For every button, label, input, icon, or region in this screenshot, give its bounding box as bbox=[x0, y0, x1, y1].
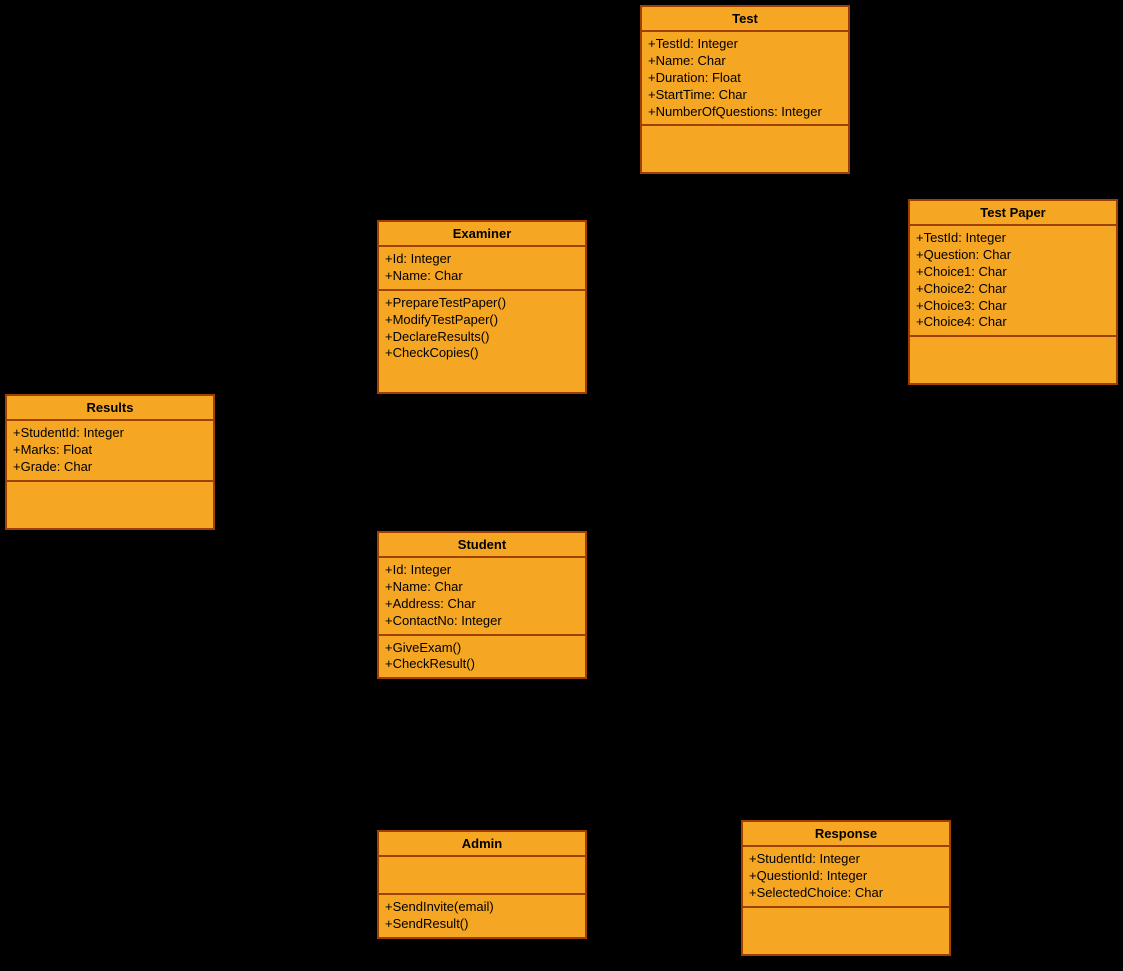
method: +CheckCopies() bbox=[385, 345, 579, 362]
class-examiner: Examiner +Id: Integer +Name: Char +Prepa… bbox=[377, 220, 587, 394]
attr: +Name: Char bbox=[385, 268, 579, 285]
attr: +Id: Integer bbox=[385, 562, 579, 579]
class-title: Test Paper bbox=[910, 201, 1116, 226]
attr: +TestId: Integer bbox=[916, 230, 1110, 247]
attr: +QuestionId: Integer bbox=[749, 868, 943, 885]
attributes-section: +TestId: Integer +Name: Char +Duration: … bbox=[642, 32, 848, 126]
attr: +StudentId: Integer bbox=[13, 425, 207, 442]
class-test-paper: Test Paper +TestId: Integer +Question: C… bbox=[908, 199, 1118, 385]
class-title: Student bbox=[379, 533, 585, 558]
attr: +Duration: Float bbox=[648, 70, 842, 87]
attr: +Choice4: Char bbox=[916, 314, 1110, 331]
attributes-section: +TestId: Integer +Question: Char +Choice… bbox=[910, 226, 1116, 337]
attr: +Marks: Float bbox=[13, 442, 207, 459]
method: +DeclareResults() bbox=[385, 329, 579, 346]
attr: +SelectedChoice: Char bbox=[749, 885, 943, 902]
attr: +StudentId: Integer bbox=[749, 851, 943, 868]
attr: +Choice3: Char bbox=[916, 298, 1110, 315]
methods-section bbox=[743, 908, 949, 954]
attributes-section: +Id: Integer +Name: Char bbox=[379, 247, 585, 291]
method: +SendInvite(email) bbox=[385, 899, 579, 916]
method: +PrepareTestPaper() bbox=[385, 295, 579, 312]
class-title: Admin bbox=[379, 832, 585, 857]
methods-section: +PrepareTestPaper() +ModifyTestPaper() +… bbox=[379, 291, 585, 393]
methods-section: +SendInvite(email) +SendResult() bbox=[379, 895, 585, 937]
attr: +Name: Char bbox=[385, 579, 579, 596]
attributes-section bbox=[379, 857, 585, 895]
class-response: Response +StudentId: Integer +QuestionId… bbox=[741, 820, 951, 956]
method: +SendResult() bbox=[385, 916, 579, 933]
class-student: Student +Id: Integer +Name: Char +Addres… bbox=[377, 531, 587, 679]
methods-section bbox=[910, 337, 1116, 383]
methods-section bbox=[7, 482, 213, 528]
attributes-section: +StudentId: Integer +Marks: Float +Grade… bbox=[7, 421, 213, 482]
class-admin: Admin +SendInvite(email) +SendResult() bbox=[377, 830, 587, 939]
attr: +Choice1: Char bbox=[916, 264, 1110, 281]
method: +CheckResult() bbox=[385, 656, 579, 673]
attr: +ContactNo: Integer bbox=[385, 613, 579, 630]
class-title: Response bbox=[743, 822, 949, 847]
attributes-section: +StudentId: Integer +QuestionId: Integer… bbox=[743, 847, 949, 908]
methods-section: +GiveExam() +CheckResult() bbox=[379, 636, 585, 678]
method: +GiveExam() bbox=[385, 640, 579, 657]
attr: +StartTime: Char bbox=[648, 87, 842, 104]
attr: +Id: Integer bbox=[385, 251, 579, 268]
class-test: Test +TestId: Integer +Name: Char +Durat… bbox=[640, 5, 850, 174]
attr: +TestId: Integer bbox=[648, 36, 842, 53]
class-title: Results bbox=[7, 396, 213, 421]
attributes-section: +Id: Integer +Name: Char +Address: Char … bbox=[379, 558, 585, 636]
attr: +Name: Char bbox=[648, 53, 842, 70]
attr: +Question: Char bbox=[916, 247, 1110, 264]
class-title: Examiner bbox=[379, 222, 585, 247]
attr: +Choice2: Char bbox=[916, 281, 1110, 298]
attr: +Address: Char bbox=[385, 596, 579, 613]
class-results: Results +StudentId: Integer +Marks: Floa… bbox=[5, 394, 215, 530]
attr: +Grade: Char bbox=[13, 459, 207, 476]
class-title: Test bbox=[642, 7, 848, 32]
methods-section bbox=[642, 126, 848, 172]
method: +ModifyTestPaper() bbox=[385, 312, 579, 329]
attr: +NumberOfQuestions: Integer bbox=[648, 104, 842, 121]
